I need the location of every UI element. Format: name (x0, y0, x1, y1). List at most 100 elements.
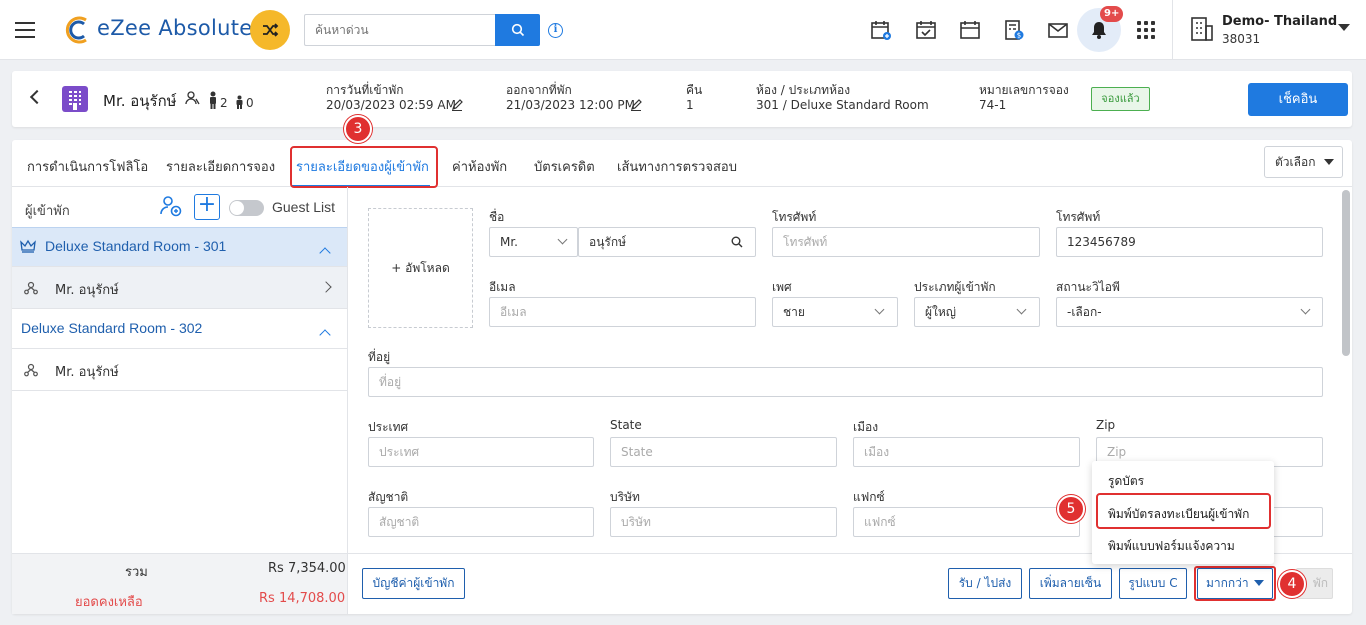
zip-label: Zip (1096, 418, 1116, 432)
nationality-input[interactable]: สัญชาติ (368, 507, 594, 537)
search-icon[interactable] (731, 236, 743, 248)
guest-icon (24, 363, 38, 377)
adult-count: 2 (220, 96, 228, 110)
room-value: 301 / Deluxe Standard Room (756, 98, 929, 112)
shuffle-icon (263, 23, 279, 37)
phone-label: โทรศัพท์ (772, 210, 817, 224)
options-dropdown[interactable]: ตัวเลือก (1264, 146, 1343, 178)
photo-upload[interactable]: + อัพโหลด (368, 208, 473, 328)
property-name[interactable]: Demo- Thailand (1222, 14, 1337, 29)
tab-folio-operations[interactable]: การดำเนินการโฟลิโอ (27, 156, 148, 177)
child-count: 0 (246, 96, 254, 110)
step-marker: 4 (1278, 570, 1306, 598)
apps-grid-icon[interactable] (1137, 21, 1155, 39)
format-c-button[interactable]: รูปแบบ C (1119, 568, 1187, 599)
phone-input[interactable]: โทรศัพท์ (772, 227, 1040, 257)
city-input[interactable]: เมือง (853, 437, 1080, 467)
menu-item-print-police-form[interactable]: พิมพ์แบบฟอร์มแจ้งความ (1108, 537, 1235, 556)
menu-item-swipe-card[interactable]: รูดบัตร (1108, 472, 1144, 491)
divider (1172, 0, 1173, 60)
app-logo-text: eZee Absolute (97, 16, 253, 40)
mobile-input[interactable]: 123456789 (1056, 227, 1323, 257)
info-icon[interactable]: i (548, 23, 563, 38)
menu-highlight-box (1096, 493, 1271, 529)
country-input[interactable]: ประเทศ (368, 437, 594, 467)
search-input[interactable] (304, 14, 496, 46)
add-guest-icon[interactable] (159, 194, 183, 218)
adult-icon (210, 91, 216, 109)
state-label: State (610, 418, 642, 432)
room-name-302: Deluxe Standard Room - 302 (21, 320, 203, 336)
more-highlight-box (1194, 566, 1276, 601)
menu-icon[interactable] (15, 22, 35, 38)
tab-room-charges[interactable]: ค่าห้องพัก (452, 156, 507, 177)
room-name-301: Deluxe Standard Room - 301 (45, 238, 227, 254)
vip-status-label: สถานะวิไอพี (1056, 280, 1120, 294)
caret-down-icon (1324, 159, 1334, 165)
vip-status-select[interactable]: -เลือก- (1056, 297, 1323, 327)
guest-list-label: Guest List (272, 199, 336, 215)
city-label: เมือง (853, 420, 879, 434)
total-label: รวม (125, 565, 148, 580)
reservation-number-value: 74-1 (979, 98, 1007, 112)
hotel-icon (62, 86, 88, 112)
gender-label: เพศ (772, 280, 792, 294)
tab-highlight-box (290, 146, 438, 188)
edit-arrival-icon[interactable] (451, 99, 463, 111)
add-signature-button[interactable]: เพิ่มลายเซ็น (1029, 568, 1112, 599)
shuffle-button[interactable] (250, 10, 290, 50)
add-button[interactable]: + (194, 194, 220, 220)
child-icon (236, 95, 243, 109)
arrival-value: 20/03/2023 02:59 AM (326, 98, 456, 112)
svg-text:$: $ (1017, 32, 1021, 40)
property-id: 38031 (1222, 32, 1261, 46)
guest-profile-icon[interactable] (185, 90, 201, 106)
mobile-label: โทรศัพท์ (1056, 210, 1101, 224)
tab-booking-details[interactable]: รายละเอียดการจอง (166, 156, 275, 177)
departure-value: 21/03/2023 12:00 PM (506, 98, 635, 112)
guest-name-301: Mr. อนุรักษ์ (55, 283, 119, 298)
state-input[interactable]: State (610, 437, 837, 467)
calendar-check-icon[interactable] (914, 18, 938, 42)
step-marker: 3 (344, 115, 372, 143)
guest-ledger-button[interactable]: บัญชีค่าผู้เข้าพัก (362, 568, 465, 599)
guest-type-label: ประเภทผู้เข้าพัก (914, 280, 996, 294)
fax-label: แฟกซ์ (853, 490, 885, 504)
fax-input[interactable]: แฟกซ์ (853, 507, 1080, 537)
options-label: ตัวเลือก (1275, 155, 1316, 169)
property-dropdown-icon[interactable] (1338, 24, 1350, 31)
balance-value: Rs 14,708.00 (259, 591, 346, 606)
calendar-add-icon[interactable] (869, 18, 893, 42)
edit-departure-icon[interactable] (630, 99, 642, 111)
company-input[interactable]: บริษัท (610, 507, 837, 537)
first-name-input[interactable]: อนุรักษ์ (578, 227, 756, 257)
guest-name-302: Mr. อนุรักษ์ (55, 365, 119, 380)
country-label: ประเทศ (368, 420, 409, 434)
step-marker: 5 (1057, 495, 1085, 523)
total-value: Rs 7,354.00 (268, 561, 346, 576)
guest-list-toggle[interactable] (229, 200, 264, 216)
calendar-icon[interactable] (958, 18, 982, 42)
checkin-button[interactable]: เช็คอิน (1248, 83, 1348, 116)
bell-icon (1092, 22, 1106, 39)
email-label: อีเมล (489, 280, 516, 294)
address-label: ที่อยู่ (368, 350, 391, 364)
email-input[interactable]: อีเมล (489, 297, 756, 327)
search-button[interactable] (495, 14, 540, 46)
guest-icon (24, 281, 38, 295)
status-badge: จองแล้ว (1091, 87, 1150, 111)
name-label: ชื่อ (489, 210, 505, 224)
logo-icon (65, 16, 87, 44)
crown-icon (20, 239, 36, 253)
address-input[interactable]: ที่อยู่ (368, 367, 1323, 397)
mail-icon[interactable] (1046, 18, 1070, 42)
guests-header: ผู้เข้าพัก (25, 204, 70, 219)
nights-value: 1 (686, 98, 694, 112)
tab-audit-trail[interactable]: เส้นทางการตรวจสอบ (617, 156, 737, 177)
pickup-drop-button[interactable]: รับ / ไปส่ง (948, 568, 1022, 599)
nationality-label: สัญชาติ (368, 490, 409, 504)
scrollbar[interactable] (1342, 190, 1350, 356)
billing-icon[interactable]: $ (1002, 18, 1026, 42)
tab-credit-card[interactable]: บัตรเครดิต (534, 156, 595, 177)
notification-badge: 9+ (1100, 6, 1124, 22)
